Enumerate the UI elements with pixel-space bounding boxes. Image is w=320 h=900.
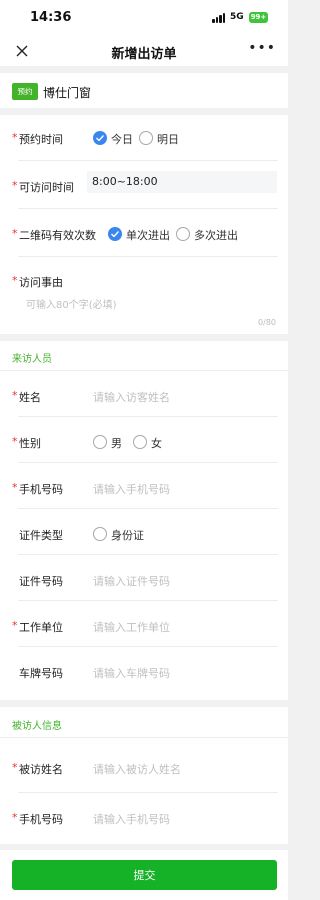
id-number-row: 证件号码 请输入证件号码: [0, 555, 288, 601]
visit-info-section: * 预约时间 今日 明日 * 可访问时间 8:00~18:00 * 二维码有效次…: [0, 115, 288, 334]
visitor-section: 来访人员 * 姓名 请输入访客姓名 * 性别 男 女 * 手机号码 请输入手机号…: [0, 341, 288, 700]
radio-tomorrow-label: 明日: [157, 133, 179, 146]
host-name-label: 被访姓名: [19, 763, 63, 776]
host-section: 被访人信息 * 被访姓名 请输入被访人姓名 * 手机号码 请输入手机号码: [0, 707, 288, 844]
host-name-row: * 被访姓名 请输入被访人姓名: [0, 747, 288, 793]
radio-today-label: 今日: [111, 133, 133, 146]
more-icon[interactable]: •••: [248, 40, 276, 56]
visit-reason-label: 访问事由: [19, 276, 63, 289]
visitor-name-row: * 姓名 请输入访客姓名: [0, 371, 288, 417]
visitor-name-label: 姓名: [19, 391, 41, 404]
radio-multiple-entry[interactable]: [176, 227, 190, 241]
company-row: * 工作单位 请输入工作单位: [0, 601, 288, 647]
host-phone-input[interactable]: 请输入手机号码: [93, 811, 170, 827]
radio-single-entry[interactable]: [108, 227, 122, 241]
required-mark: *: [12, 131, 18, 144]
plate-input[interactable]: 请输入车牌号码: [93, 665, 170, 681]
radio-male-label: 男: [111, 437, 122, 450]
battery-icon: 99+: [249, 12, 268, 23]
status-bar: 14:36 5G 99+: [0, 0, 288, 36]
company-input[interactable]: 请输入工作单位: [93, 619, 170, 635]
nav-bar: 新增出访单 •••: [0, 36, 288, 66]
qr-validity-label: 二维码有效次数: [19, 229, 96, 242]
required-mark: *: [12, 179, 18, 192]
available-time-row: * 可访问时间 8:00~18:00: [0, 163, 288, 209]
submit-button[interactable]: 提交: [12, 860, 277, 890]
host-name-input[interactable]: 请输入被访人姓名: [93, 761, 181, 777]
required-mark: *: [12, 435, 18, 448]
plate-row: 车牌号码 请输入车牌号码: [0, 647, 288, 693]
host-phone-label: 手机号码: [19, 813, 63, 826]
required-mark: *: [12, 619, 18, 632]
radio-male[interactable]: [93, 435, 107, 449]
footer-bar: 提交: [0, 850, 288, 900]
status-time: 14:36: [30, 10, 72, 25]
id-type-row: 证件类型 身份证: [0, 509, 288, 555]
company-label: 工作单位: [19, 621, 63, 634]
appointment-tag: 预约: [12, 83, 38, 100]
id-type-label: 证件类型: [19, 529, 63, 542]
network-label: 5G: [230, 12, 244, 22]
visit-time-row: * 预约时间 今日 明日: [0, 115, 288, 161]
signal-icon: [212, 13, 226, 23]
available-time-label: 可访问时间: [19, 181, 74, 194]
company-name: 博仕门窗: [43, 86, 92, 100]
visitor-phone-input[interactable]: 请输入手机号码: [93, 481, 170, 497]
id-number-label: 证件号码: [19, 575, 63, 588]
appointment-card: 预约 博仕门窗: [0, 73, 288, 108]
required-mark: *: [12, 481, 18, 494]
radio-tomorrow[interactable]: [139, 131, 153, 145]
radio-id-card-label: 身份证: [111, 529, 144, 542]
available-time-field[interactable]: 8:00~18:00: [87, 171, 277, 193]
qr-validity-row: * 二维码有效次数 单次进出 多次进出: [0, 211, 288, 257]
radio-today[interactable]: [93, 131, 107, 145]
required-mark: *: [12, 811, 18, 824]
radio-female[interactable]: [133, 435, 147, 449]
gender-row: * 性别 男 女: [0, 417, 288, 463]
visit-reason-row: * 访问事由 可输入80个字(必填) 0/80: [0, 259, 288, 334]
required-mark: *: [12, 761, 18, 774]
gender-label: 性别: [19, 437, 41, 450]
radio-female-label: 女: [151, 437, 162, 450]
visitor-name-input[interactable]: 请输入访客姓名: [93, 389, 170, 405]
required-mark: *: [12, 227, 18, 240]
required-mark: *: [12, 274, 18, 287]
radio-multiple-entry-label: 多次进出: [194, 229, 238, 242]
visitor-phone-label: 手机号码: [19, 483, 63, 496]
available-time-value: 8:00~18:00: [92, 175, 158, 188]
radio-id-card[interactable]: [93, 527, 107, 541]
plate-label: 车牌号码: [19, 667, 63, 680]
page-title: 新增出访单: [111, 47, 177, 62]
visit-reason-input[interactable]: 可输入80个字(必填): [26, 296, 117, 311]
radio-single-entry-label: 单次进出: [126, 229, 170, 242]
required-mark: *: [12, 389, 18, 402]
id-number-input[interactable]: 请输入证件号码: [93, 573, 170, 589]
char-counter: 0/80: [258, 318, 276, 327]
host-phone-row: * 手机号码 请输入手机号码: [0, 797, 288, 843]
visitor-phone-row: * 手机号码 请输入手机号码: [0, 463, 288, 509]
visit-time-label: 预约时间: [19, 133, 63, 146]
